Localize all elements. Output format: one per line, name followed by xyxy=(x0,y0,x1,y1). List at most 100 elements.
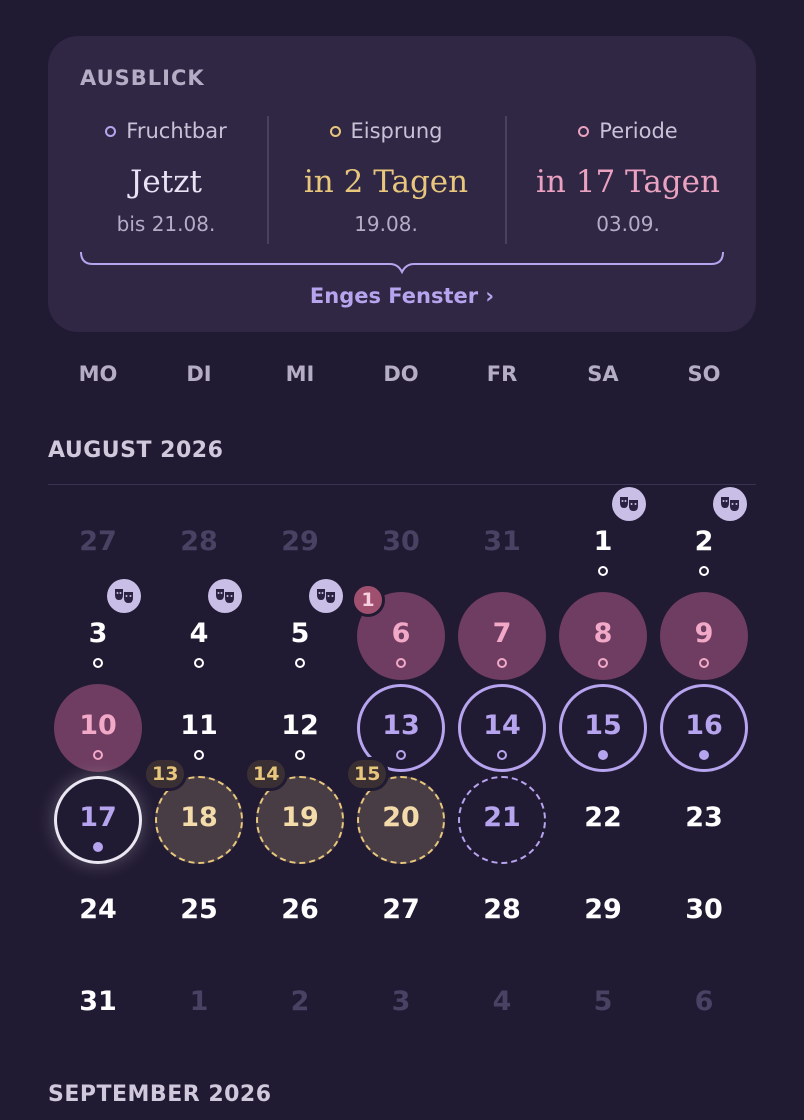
weekday-label: MO xyxy=(78,362,118,386)
cycle-day-badge: 1 xyxy=(351,583,385,617)
period-ring-icon xyxy=(578,125,590,137)
calendar-day[interactable]: 7 xyxy=(452,590,552,682)
calendar-day[interactable]: 10 xyxy=(48,682,148,774)
outlook-card: AUSBLICK Fruchtbar Jetzt bis 21.08. Eisp… xyxy=(48,36,756,332)
month-divider xyxy=(48,484,756,485)
calendar-day[interactable]: 27 xyxy=(351,866,451,958)
cycle-day-badge: 15 xyxy=(345,757,390,791)
calendar-day[interactable]: 28 xyxy=(452,866,552,958)
ovulation-column: Eisprung in 2 Tagen 19.08. xyxy=(268,116,504,236)
cycle-day-badge: 14 xyxy=(244,757,289,791)
calendar-day[interactable]: 22 xyxy=(553,774,653,866)
outlook-title: AUSBLICK xyxy=(80,66,205,90)
day-indicator-dot xyxy=(598,658,608,668)
day-number: 4 xyxy=(189,618,209,649)
period-column: Periode in 17 Tagen 03.09. xyxy=(510,116,746,236)
day-number: 5 xyxy=(593,986,613,1017)
day-number: 29 xyxy=(584,894,622,925)
day-indicator-dot xyxy=(194,750,204,760)
calendar-day[interactable]: 20 15 xyxy=(345,757,451,866)
calendar-day: 4 xyxy=(452,958,552,1050)
mood-masks-icon xyxy=(713,487,747,521)
calendar-day[interactable]: 2 xyxy=(654,487,754,590)
day-indicator-dot xyxy=(699,566,709,576)
day-number: 27 xyxy=(382,894,420,925)
calendar-day[interactable]: 18 13 xyxy=(143,757,249,866)
mood-masks-icon xyxy=(208,579,242,613)
mood-masks-icon xyxy=(107,579,141,613)
day-number: 29 xyxy=(281,526,319,557)
narrow-window-link[interactable]: Enges Fenster › xyxy=(48,284,756,308)
weekday-label: SO xyxy=(687,362,721,386)
day-indicator-dot xyxy=(93,658,103,668)
day-indicator-dot xyxy=(598,750,608,760)
weekday-label: MI xyxy=(285,362,315,386)
calendar-day: 1 xyxy=(149,958,249,1050)
calendar-day[interactable]: 4 xyxy=(149,579,249,682)
day-number: 20 xyxy=(382,802,420,833)
calendar-day[interactable]: 19 14 xyxy=(244,757,350,866)
day-indicator-dot xyxy=(295,750,305,760)
calendar-day[interactable]: 17 xyxy=(48,774,148,866)
ovulation-label: Eisprung xyxy=(350,119,443,143)
calendar-day[interactable]: 29 xyxy=(553,866,653,958)
calendar-day[interactable]: 3 xyxy=(48,579,148,682)
mood-masks-icon xyxy=(309,579,343,613)
day-number: 11 xyxy=(180,710,218,741)
calendar-day[interactable]: 1 xyxy=(553,487,653,590)
day-number: 27 xyxy=(79,526,117,557)
weekday-label: DO xyxy=(383,362,419,386)
day-indicator-dot xyxy=(295,658,305,668)
day-number: 5 xyxy=(290,618,310,649)
calendar-day[interactable]: 61 xyxy=(351,583,451,682)
calendar-day: 27 xyxy=(48,498,148,590)
weekday-label: SA xyxy=(587,362,619,386)
calendar-day: 6 xyxy=(654,958,754,1050)
calendar-day: 3 xyxy=(351,958,451,1050)
calendar-day[interactable]: 9 xyxy=(654,590,754,682)
calendar-day[interactable]: 8 xyxy=(553,590,653,682)
calendar-day[interactable]: 14 xyxy=(452,682,552,774)
fertile-label: Fruchtbar xyxy=(126,119,227,143)
day-indicator-dot xyxy=(194,658,204,668)
day-number: 1 xyxy=(593,526,613,557)
day-indicator-dot xyxy=(699,658,709,668)
day-indicator-dot xyxy=(396,658,406,668)
weekday-label: DI xyxy=(186,362,212,386)
calendar-day: 2 xyxy=(250,958,350,1050)
day-number: 3 xyxy=(88,618,108,649)
calendar-day[interactable]: 21 xyxy=(452,774,552,866)
calendar-day[interactable]: 24 xyxy=(48,866,148,958)
fertile-ring-icon xyxy=(105,125,117,137)
weekday-label: FR xyxy=(486,362,518,386)
column-divider xyxy=(505,116,507,244)
day-number: 22 xyxy=(584,802,622,833)
brace-icon xyxy=(80,251,724,274)
calendar-day[interactable]: 31 xyxy=(48,958,148,1050)
day-number: 2 xyxy=(290,986,310,1017)
day-indicator-dot xyxy=(598,566,608,576)
month-heading: AUGUST 2026 xyxy=(48,438,224,463)
ovulation-ring-icon xyxy=(329,125,341,137)
day-number: 28 xyxy=(180,526,218,557)
period-value: in 17 Tagen xyxy=(536,164,720,200)
calendar-day[interactable]: 16 xyxy=(654,682,754,774)
day-number: 24 xyxy=(79,894,117,925)
calendar-day[interactable]: 23 xyxy=(654,774,754,866)
cycle-day-badge: 13 xyxy=(143,757,188,791)
calendar-day[interactable]: 15 xyxy=(553,682,653,774)
day-number: 12 xyxy=(281,710,319,741)
day-number: 17 xyxy=(79,802,117,833)
day-number: 9 xyxy=(694,618,714,649)
day-number: 4 xyxy=(492,986,512,1017)
calendar-day[interactable]: 26 xyxy=(250,866,350,958)
day-number: 6 xyxy=(694,986,714,1017)
period-label: Periode xyxy=(599,119,678,143)
day-number: 14 xyxy=(483,710,521,741)
calendar-day: 31 xyxy=(452,498,552,590)
calendar-day[interactable]: 30 xyxy=(654,866,754,958)
fertile-value: Jetzt xyxy=(129,164,203,200)
day-number: 21 xyxy=(483,802,521,833)
calendar-day[interactable]: 25 xyxy=(149,866,249,958)
calendar-day[interactable]: 5 xyxy=(250,579,350,682)
